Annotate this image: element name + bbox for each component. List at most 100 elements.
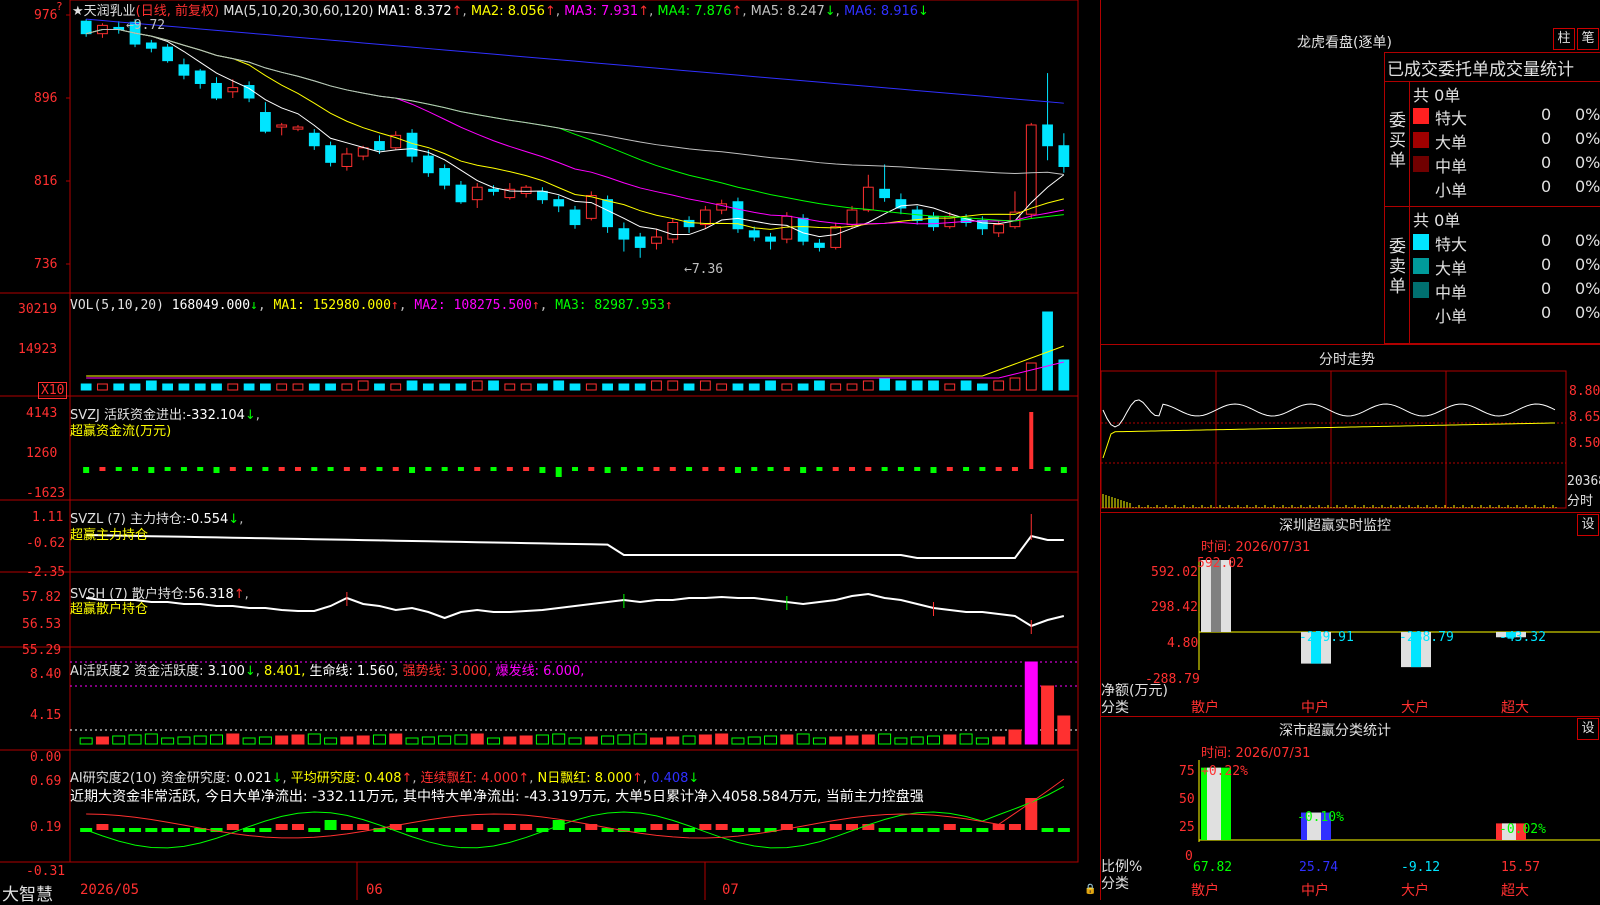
volume-bar — [162, 383, 174, 391]
ai-research-bar — [471, 824, 484, 830]
date-label: 06 — [366, 882, 383, 898]
volume-bar — [97, 383, 108, 391]
stroke-view-button[interactable]: 笔 — [1577, 28, 1599, 50]
buy-row-l[interactable]: 大单 0 0% — [1411, 129, 1600, 152]
ai-activity-bar — [454, 734, 468, 745]
ai-activity-bar — [470, 733, 484, 745]
svzj-bar — [897, 467, 904, 471]
ai-activity-bar — [601, 735, 615, 745]
volume-bar — [667, 380, 679, 391]
volume-bar — [422, 383, 434, 391]
svzj-bar — [246, 467, 253, 471]
y-tick: 25 — [1179, 820, 1195, 835]
volume-bar — [260, 383, 271, 391]
svzj-bar — [865, 467, 872, 471]
ai-research-bar — [438, 828, 451, 832]
volume-bar — [699, 380, 711, 391]
classify-settings-button[interactable]: 设 — [1577, 718, 1599, 740]
svzj-bar — [376, 467, 383, 471]
candle-body — [145, 42, 157, 49]
dragon-title: 龙虎看盘(逐单) — [1297, 35, 1392, 51]
vol-unit: X10 — [38, 382, 68, 399]
y-tick: 1260 — [26, 446, 58, 461]
x-label: 中户 — [1301, 883, 1329, 899]
volume-bar — [683, 383, 695, 391]
intraday-vol-tick: 20368 — [1567, 474, 1600, 489]
low-price-note: ←7.36 — [684, 262, 724, 277]
candle-body — [211, 82, 222, 99]
main-header: ★天润乳业(日线, 前复权) MA(5,10,20,30,60,120) MA1… — [72, 4, 929, 19]
svzj-bar — [1044, 467, 1051, 471]
volume-bar — [211, 383, 222, 391]
order-stats-header: 已成交委托单成交量统计 — [1387, 60, 1574, 80]
sell-row-l[interactable]: 大单 0 0% — [1411, 255, 1600, 278]
lock-icon[interactable]: 🔒 — [1084, 884, 1096, 895]
color-swatch — [1413, 234, 1429, 250]
ai-research-bar — [1008, 824, 1021, 830]
volume-bar — [797, 383, 809, 391]
ai-activity-bar — [340, 736, 354, 745]
ai-research-bar — [683, 828, 696, 832]
sell-row-xl[interactable]: 特大 0 0% — [1411, 231, 1600, 254]
ai-research-bar — [829, 824, 842, 830]
svzj-bar — [213, 467, 220, 473]
ma2-value: MA2: 8.056 — [470, 4, 545, 19]
column-view-button[interactable]: 柱 — [1553, 28, 1575, 50]
candle-body — [1025, 124, 1037, 215]
candle-body — [455, 184, 467, 203]
ai-research-bar — [813, 828, 826, 832]
stock-name[interactable]: ★天润乳业 — [72, 4, 136, 19]
sell-row-m[interactable]: 中单 0 0% — [1411, 279, 1600, 302]
volume-bar — [129, 383, 141, 391]
sell-row-s[interactable]: 小单 0 0% — [1411, 303, 1600, 326]
up-arrow-icon: ↑ — [731, 4, 743, 19]
svzj-bar — [441, 467, 448, 471]
ai-research-bar — [1057, 828, 1070, 832]
svzj-bar — [1060, 467, 1067, 473]
candle-body — [895, 199, 907, 209]
ai-research-bar — [960, 828, 973, 832]
ai-activity-bar — [584, 736, 598, 745]
ai-activity-bar — [894, 737, 908, 745]
svzj-bar — [849, 467, 856, 471]
ma6-value: MA6: 8.916 — [843, 4, 919, 19]
volume-bar — [944, 383, 956, 391]
ai-activity-bar — [356, 735, 370, 745]
candle-body — [357, 147, 369, 157]
chart-canvas[interactable] — [0, 0, 1100, 900]
y-tick: 14923 — [18, 342, 58, 357]
candle-body — [439, 168, 451, 186]
candle-body — [667, 222, 679, 240]
buy-row-m[interactable]: 中单 0 0% — [1411, 153, 1600, 176]
svzj-bar — [490, 467, 497, 471]
candle-body — [276, 124, 288, 128]
volume-bar — [374, 383, 385, 391]
monitor-settings-button[interactable]: 设 — [1577, 514, 1599, 536]
ma3-value: MA3: 7.931 — [564, 4, 639, 19]
svzj-bar — [262, 467, 269, 471]
ai-activity-bar — [421, 736, 435, 745]
brand-logo[interactable]: 大智慧 — [2, 880, 53, 905]
ai-research-bar — [340, 824, 353, 830]
volume-bar — [830, 383, 842, 391]
ai-activity-bar — [649, 737, 663, 745]
ai-research-bar — [357, 824, 370, 830]
intraday-chart[interactable] — [1101, 370, 1600, 510]
svzj-bar — [539, 467, 546, 473]
ai-activity-bar — [568, 737, 582, 745]
buy-row-xl[interactable]: 特大 0 0% — [1411, 105, 1600, 128]
svzj-bar — [83, 467, 90, 473]
candle-body — [651, 236, 662, 244]
buy-row-s[interactable]: 小单 0 0% — [1411, 177, 1600, 200]
ai-research-bar — [275, 824, 288, 830]
svzj-bar — [164, 467, 171, 471]
svzj-bar — [327, 467, 334, 471]
candle-body — [325, 145, 336, 163]
data-label: -259.91 — [1299, 630, 1354, 645]
volume-bar — [602, 383, 613, 391]
data-label: 25.74 — [1299, 860, 1339, 875]
ai-research-bar — [112, 828, 125, 832]
period-label[interactable]: (日线, 前复权) — [136, 4, 219, 19]
y-tick: 0 — [1185, 849, 1193, 864]
volume-bar — [634, 383, 646, 391]
